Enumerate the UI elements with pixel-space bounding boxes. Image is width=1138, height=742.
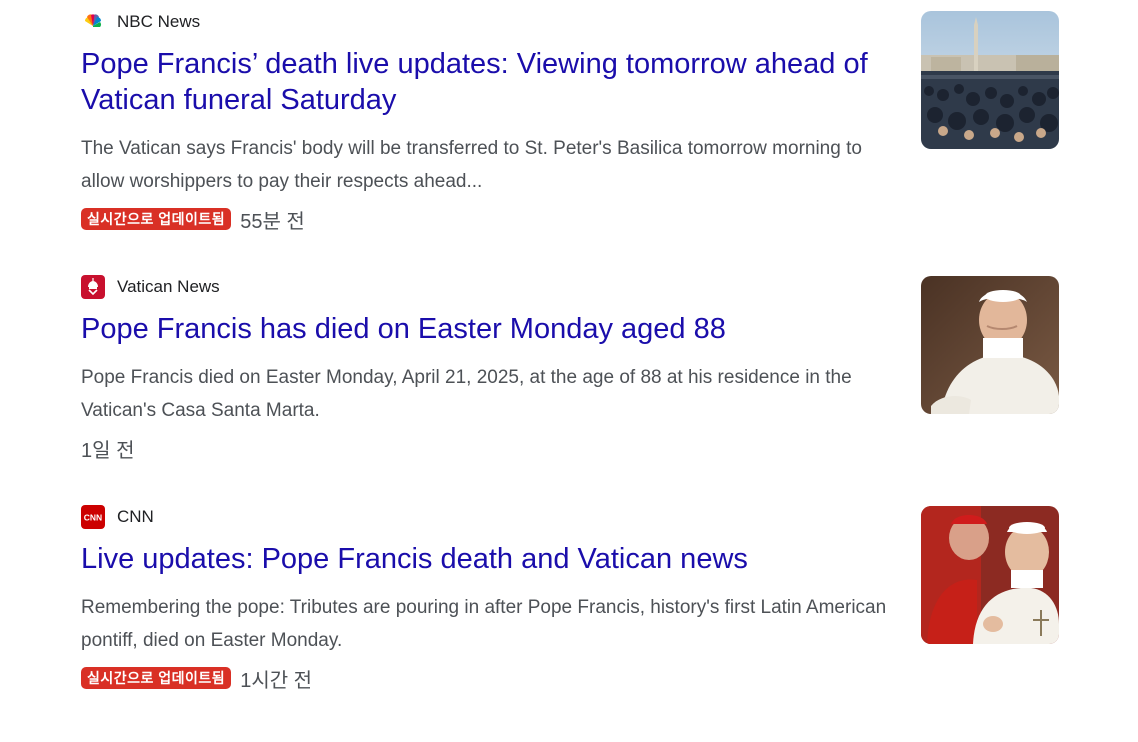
published-time: 1시간 전 [240,669,313,692]
article-meta: 실시간으로 업데이트됨 1시간 전 [81,664,1059,692]
live-updates-badge: 실시간으로 업데이트됨 [81,208,232,230]
svg-text:CNN: CNN [84,513,102,523]
vatican-emblem-icon [81,275,105,299]
article-meta: 1일 전 [81,434,1059,462]
news-card: Vatican News Pope Francis has died on Ea… [81,275,1059,462]
live-updates-badge: 실시간으로 업데이트됨 [81,667,232,689]
news-source[interactable]: CNN CNN [81,505,1059,529]
article-meta: 실시간으로 업데이트됨 55분 전 [81,205,1059,233]
article-headline-link[interactable]: Pope Francis has died on Easter Monday a… [81,311,901,347]
news-source[interactable]: Vatican News [81,275,1059,299]
article-snippet: Remembering the pope: Tributes are pouri… [81,597,887,651]
pope-with-cardinal-image [921,506,1059,644]
crowd-photo-image [921,11,1059,149]
pope-portrait-image [921,276,1059,414]
nbc-peacock-icon [81,10,105,34]
news-source[interactable]: NBC News [81,11,1059,33]
article-snippet: The Vatican says Francis' body will be t… [81,138,862,192]
source-name: CNN [117,507,154,526]
article-thumbnail[interactable] [921,11,1059,149]
news-card: CNN CNN Live updates: Pope Francis death… [81,505,1059,692]
partial-footer-logo [0,736,1138,742]
published-time: 1일 전 [81,439,135,462]
news-card: NBC News Pope Francis’ death live update… [81,11,1059,233]
article-headline-link[interactable]: Pope Francis’ death live updates: Viewin… [81,46,901,118]
article-headline-link[interactable]: Live updates: Pope Francis death and Vat… [81,541,901,577]
article-thumbnail[interactable] [921,276,1059,414]
published-time: 55분 전 [240,210,305,233]
source-name: Vatican News [117,277,220,296]
cnn-logo-icon: CNN [81,505,105,529]
news-feed: NBC News Pope Francis’ death live update… [0,0,1138,742]
source-name: NBC News [117,12,201,31]
article-snippet: Pope Francis died on Easter Monday, Apri… [81,367,852,421]
article-thumbnail[interactable] [921,506,1059,644]
